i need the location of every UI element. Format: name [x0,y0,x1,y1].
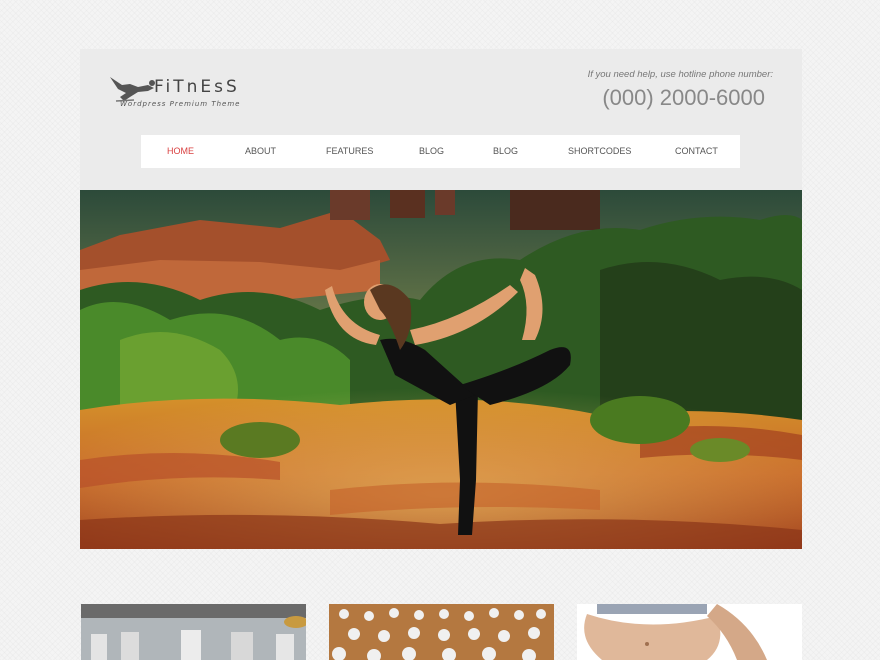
hero-photo [80,190,802,549]
site-header: FiTnEsS Wordpress Premium Theme If you n… [80,49,802,190]
nav-item-contact[interactable]: CONTACT [675,135,718,168]
hotline-help-text: If you need help, use hotline phone numb… [587,69,773,80]
yoga-class-photo [329,604,554,660]
hero-image [80,190,802,549]
nav-item-blog[interactable]: BLOG [419,135,444,168]
feature-thumbnail-class[interactable] [329,604,554,660]
site-logo[interactable]: FiTnEsS Wordpress Premium Theme [108,73,248,113]
nav-item-home[interactable]: HOME [167,135,194,168]
nav-item-features[interactable]: FEATURES [326,135,373,168]
gym-photo [81,604,306,660]
feature-thumbnail-gym[interactable] [81,604,306,660]
pregnant-belly-photo [577,604,802,660]
logo-tagline: Wordpress Premium Theme [120,100,241,108]
nav-item-blog-2[interactable]: BLOG [493,135,518,168]
feature-thumbnail-pregnancy[interactable] [577,604,802,660]
nav-item-about[interactable]: ABOUT [245,135,276,168]
nav-item-shortcodes[interactable]: SHORTCODES [568,135,631,168]
main-navigation: HOME ABOUT FEATURES BLOG BLOG SHORTCODES… [141,135,740,168]
logo-name: FiTnEsS [154,77,240,97]
hotline-phone-number: (000) 2000-6000 [602,85,765,110]
